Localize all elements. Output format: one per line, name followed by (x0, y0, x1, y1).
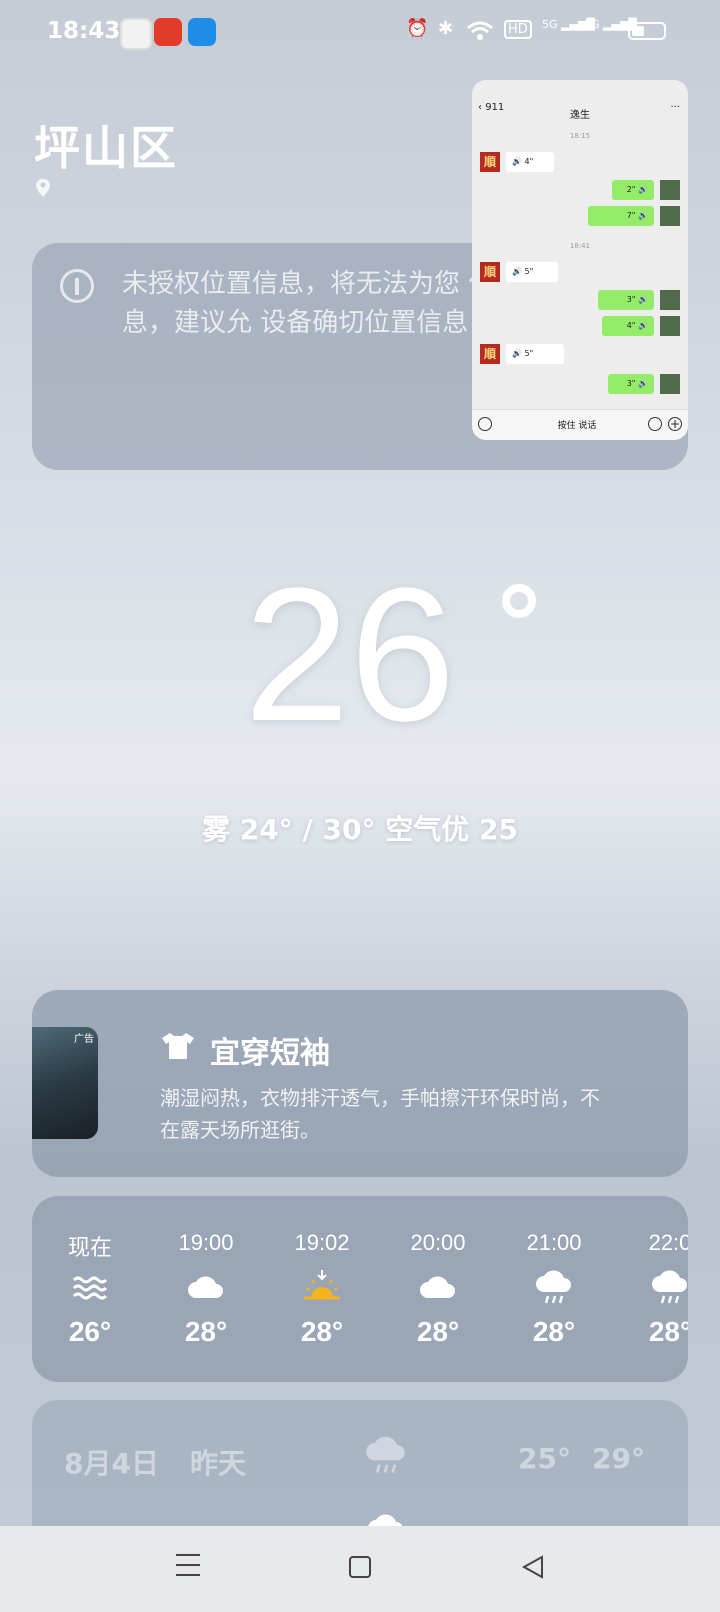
ad-label: 广告 (74, 1034, 94, 1045)
degree-symbol (502, 584, 536, 618)
ad-thumbnail[interactable]: 广告 (32, 1027, 98, 1139)
dressing-advice-card[interactable]: 广告 宜穿短袖 潮湿闷热，衣物排汗透气，手帕擦汗环保时尚，不 在露天场所逛街。 (32, 990, 688, 1177)
plus-icon[interactable]: + (668, 417, 682, 431)
sunset-icon (304, 1270, 340, 1300)
alarm-icon: ⏰ (406, 18, 429, 39)
emoji-icon[interactable] (648, 417, 662, 431)
voice-message[interactable]: 🔊 5" (506, 344, 564, 364)
daily-high-temp: 29° (592, 1442, 645, 1475)
clock: 18:43 (47, 18, 121, 44)
hd-badge: HD (504, 20, 532, 39)
navigation-bar (0, 1526, 720, 1612)
my-avatar (660, 180, 680, 200)
weather-summary: 雾 24° / 30° 空气优 25 (202, 813, 518, 846)
fog-icon (72, 1276, 108, 1300)
bluetooth-icon: ✱ (438, 18, 454, 39)
my-avatar (660, 290, 680, 310)
chat-input-bar: 按住 说话 + (472, 409, 688, 440)
robot-app-icon (120, 18, 152, 50)
cloud-icon (420, 1276, 455, 1298)
my-avatar (660, 316, 680, 336)
dressing-description: 潮湿闷热，衣物排汗透气，手帕擦汗环保时尚，不 在露天场所逛街。 (160, 1086, 600, 1142)
daily-low-temp: 25° (518, 1442, 571, 1475)
my-avatar (660, 374, 680, 394)
battery-icon (628, 22, 666, 40)
daily-date: 8月4日 (64, 1447, 159, 1480)
more-icon[interactable]: ··· (670, 102, 680, 113)
floating-chat-window[interactable]: ‹ 911 逸生 ··· 18:15 順 🔊 4" 2" 🔊 7" 🔊 18:4… (472, 80, 688, 440)
status-bar: 18:43 ⏰ ✱ HD 5G ▂▄▆█ 5G ▂▄▆█ (0, 0, 720, 64)
voice-message[interactable]: 🔊 5" (506, 262, 558, 282)
rain-icon (536, 1270, 571, 1304)
dressing-title: 宜穿短袖 (210, 1036, 330, 1071)
info-icon (60, 269, 94, 303)
chat-timestamp: 18:41 (569, 242, 591, 250)
voice-message[interactable]: 4" 🔊 (602, 316, 654, 336)
rain-icon (366, 1436, 405, 1473)
chat-header: ‹ 911 逸生 ··· (472, 80, 688, 121)
keyboard-icon[interactable] (478, 417, 492, 431)
voice-message[interactable]: 2" 🔊 (612, 180, 654, 200)
blue-app-icon (188, 18, 216, 46)
voice-message[interactable]: 🔊 4" (506, 152, 554, 172)
back-button[interactable] (520, 1554, 546, 1580)
contact-avatar: 順 (480, 344, 500, 364)
voice-message[interactable]: 3" 🔊 (598, 290, 654, 310)
chat-timestamp: 18:15 (569, 132, 591, 140)
contact-avatar: 順 (480, 152, 500, 172)
current-temperature: 26 (244, 549, 456, 761)
voice-message[interactable]: 7" 🔊 (588, 206, 654, 226)
recent-apps-button[interactable] (176, 1554, 200, 1584)
rain-icon (652, 1270, 687, 1304)
my-avatar (660, 206, 680, 226)
daily-day: 昨天 (190, 1447, 247, 1480)
chat-title: 逸生 (570, 110, 590, 121)
contact-avatar: 順 (480, 262, 500, 282)
home-button[interactable] (349, 1556, 371, 1578)
location-pin-icon (36, 179, 50, 197)
hourly-forecast[interactable]: 现在 26° 19:00 28° 19:02 28° 20:00 28° 21:… (32, 1196, 688, 1382)
city-name[interactable]: 坪山区 (34, 112, 178, 178)
cloud-icon (188, 1276, 223, 1298)
wifi-icon (467, 21, 493, 40)
voice-message[interactable]: 3" 🔊 (608, 374, 654, 394)
red-app-icon (154, 18, 182, 46)
hold-to-talk-button[interactable]: 按住 说话 (502, 418, 652, 431)
